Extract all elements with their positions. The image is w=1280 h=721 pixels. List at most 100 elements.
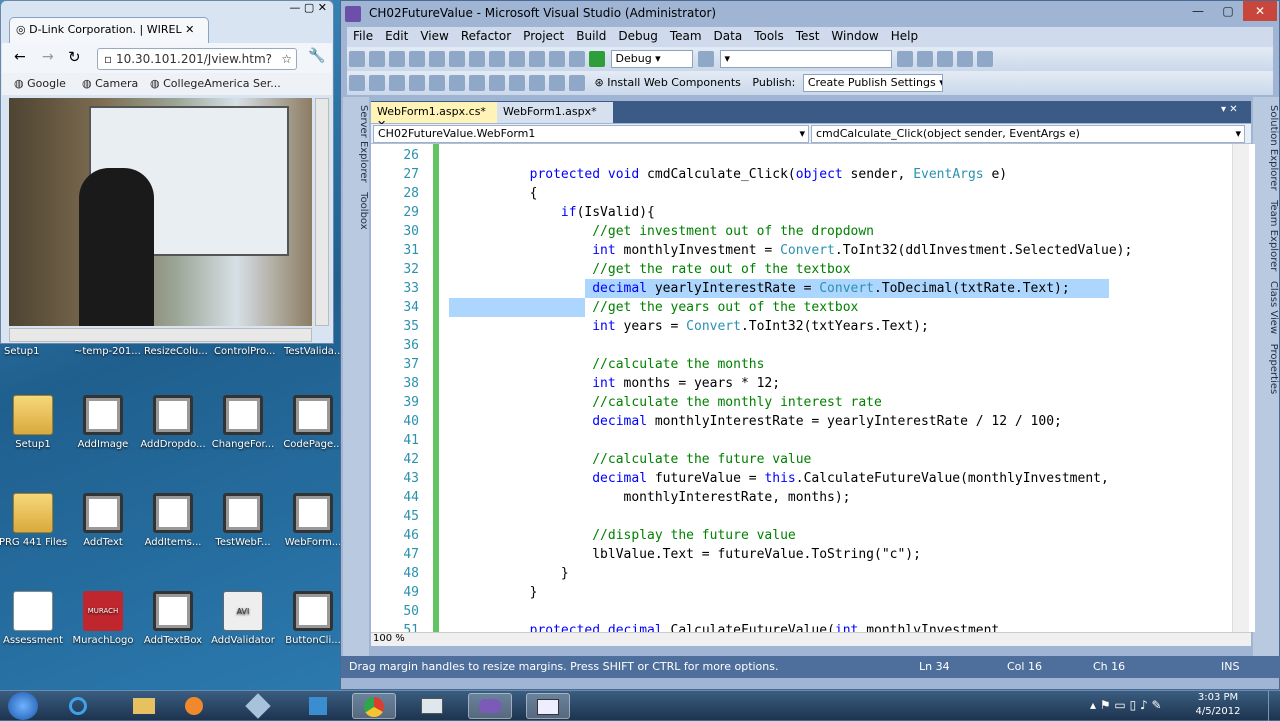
solution-configuration-select[interactable]: Debug ▾ [610,50,693,68]
server-explorer-tab[interactable]: Server Explorer [358,105,369,183]
solution-explorer-tab[interactable]: Solution Explorer [1268,105,1279,191]
navigate-back-icon[interactable] [549,51,565,67]
code-line[interactable]: 45 [371,507,1241,526]
tray-icons[interactable]: ▴ ⚑ ▭ ▯ ♪ ✎ [1090,698,1162,712]
browser-tab[interactable]: ◎ D-Link Corporation. | WIREL ✕ [9,17,209,43]
start-debugging-icon[interactable] [589,51,605,67]
desktop-icon[interactable]: ButtonCli... [278,591,348,646]
class-dropdown[interactable]: CH02FutureValue.WebForm1 ▾ [373,125,809,143]
save-all-icon[interactable] [429,51,445,67]
maximize-button[interactable]: ▢ [1213,1,1243,21]
select-icon[interactable] [369,75,385,91]
code-line[interactable]: 38 int months = years * 12; [371,374,1241,393]
menu-file[interactable]: File [347,27,379,43]
menu-window[interactable]: Window [825,27,884,43]
code-line[interactable]: 49 } [371,583,1241,602]
cut-icon[interactable] [449,51,465,67]
team-explorer-tab[interactable]: Team Explorer [1268,200,1279,271]
address-bar[interactable]: ▫ 10.30.101.201/Jview.htm? ☆ [97,48,297,70]
remote-app-icon[interactable] [526,693,570,719]
open-icon[interactable] [389,51,405,67]
indent-icon[interactable] [409,75,425,91]
comment-icon[interactable] [449,75,465,91]
bookmark-camera[interactable]: ◍ Camera [82,77,138,90]
back-icon[interactable]: ← [14,49,26,65]
clear-bookmarks-icon[interactable] [549,75,565,91]
desktop-icon[interactable]: CodePage... [278,395,348,450]
code-line[interactable]: 32 //get the rate out of the textbox [371,260,1241,279]
menu-refactor[interactable]: Refactor [455,27,517,43]
properties-icon[interactable] [917,51,933,67]
close-icon[interactable]: ✕ [185,23,194,36]
object-browser-icon[interactable] [937,51,953,67]
undo-icon[interactable] [509,51,525,67]
chrome-taskbar-icon[interactable] [352,693,396,719]
window-icon[interactable] [410,693,454,719]
toolbox-icon[interactable] [957,51,973,67]
start-button[interactable] [8,692,38,720]
redo-icon[interactable] [529,51,545,67]
editor-horizontal-scrollbar[interactable]: 100 % [371,632,1251,646]
desktop-icon[interactable]: PRG 441 Files [0,493,68,548]
code-line[interactable]: 35 int years = Convert.ToInt32(txtYears.… [371,317,1241,336]
toggle-icon[interactable] [569,75,585,91]
desktop-icon-label[interactable]: ResizeColu... [144,346,208,357]
code-line[interactable]: 43 decimal futureValue = this.CalculateF… [371,469,1241,488]
class-view-tab[interactable]: Class View [1268,281,1279,334]
desktop-icon[interactable]: WebForm... [278,493,348,548]
menu-view[interactable]: View [414,27,454,43]
browser-vertical-scrollbar[interactable] [315,98,329,326]
add-item-icon[interactable] [369,51,385,67]
code-line[interactable]: 37 //calculate the months [371,355,1241,374]
browser-window-controls[interactable]: — ▢ ✕ [237,1,333,17]
toolbox-tab[interactable]: Toolbox [358,192,369,230]
forward-icon[interactable]: → [42,49,54,65]
visual-studio-taskbar-icon[interactable] [468,693,512,719]
install-web-components-button[interactable]: ⊛ Install Web Components [595,76,741,89]
code-line[interactable]: 33 decimal yearlyInterestRate = Convert.… [371,279,1241,298]
desktop-icon[interactable]: ChangeFor... [208,395,278,450]
member-dropdown[interactable]: cmdCalculate_Click(object sender, EventA… [811,125,1245,143]
desktop-icon[interactable]: TestWebF... [208,493,278,548]
editor-vertical-scrollbar[interactable] [1232,144,1249,632]
find-combo[interactable]: ▾ [719,50,892,68]
format-icon[interactable] [349,75,365,91]
code-line[interactable]: 36 [371,336,1241,355]
desktop-icon[interactable]: Setup1 [0,395,68,450]
code-line[interactable]: 42 //calculate the future value [371,450,1241,469]
virtualbox-icon[interactable] [236,693,280,719]
properties-tab[interactable]: Properties [1268,344,1279,395]
desktop-icon[interactable]: Assessment [0,591,68,646]
desktop-icon[interactable]: AddImage [68,395,138,450]
internet-explorer-icon[interactable] [56,693,100,719]
code-line[interactable]: 46 //display the future value [371,526,1241,545]
paste-icon[interactable] [489,51,505,67]
code-line[interactable]: 50 [371,602,1241,621]
tab-webform1-aspx[interactable]: WebForm1.aspx* [497,102,613,123]
zoom-level[interactable]: 100 % [373,633,405,644]
show-desktop-button[interactable] [1268,691,1280,721]
desktop-icon[interactable]: AddItems... [138,493,208,548]
find-icon[interactable] [698,51,714,67]
uncomment-icon[interactable] [469,75,485,91]
copy-icon[interactable] [469,51,485,67]
desktop-icon[interactable]: AddText [68,493,138,548]
code-line[interactable]: 41 [371,431,1241,450]
code-line[interactable]: 30 //get investment out of the dropdown [371,222,1241,241]
bookmark-icon[interactable] [489,75,505,91]
menu-data[interactable]: Data [708,27,749,43]
outdent-icon[interactable] [429,75,445,91]
desktop-icon[interactable]: AVI AddValidator [208,591,278,646]
reload-icon[interactable]: ↻ [68,48,81,66]
font-icon[interactable] [389,75,405,91]
code-line[interactable]: 29 if(IsValid){ [371,203,1241,222]
code-line[interactable]: 47 lblValue.Text = futureValue.ToString(… [371,545,1241,564]
media-player-icon[interactable] [172,693,216,719]
save-icon[interactable] [409,51,425,67]
tab-webform1-aspx-cs[interactable]: WebForm1.aspx.cs* ✕ [371,102,497,131]
code-editor[interactable]: 26 27 protected void cmdCalculate_Click(o… [371,144,1255,632]
code-line[interactable]: 44 monthlyInterestRate, months); [371,488,1241,507]
menu-tools[interactable]: Tools [748,27,790,43]
menu-edit[interactable]: Edit [379,27,414,43]
code-line[interactable]: 27 protected void cmdCalculate_Click(obj… [371,165,1241,184]
